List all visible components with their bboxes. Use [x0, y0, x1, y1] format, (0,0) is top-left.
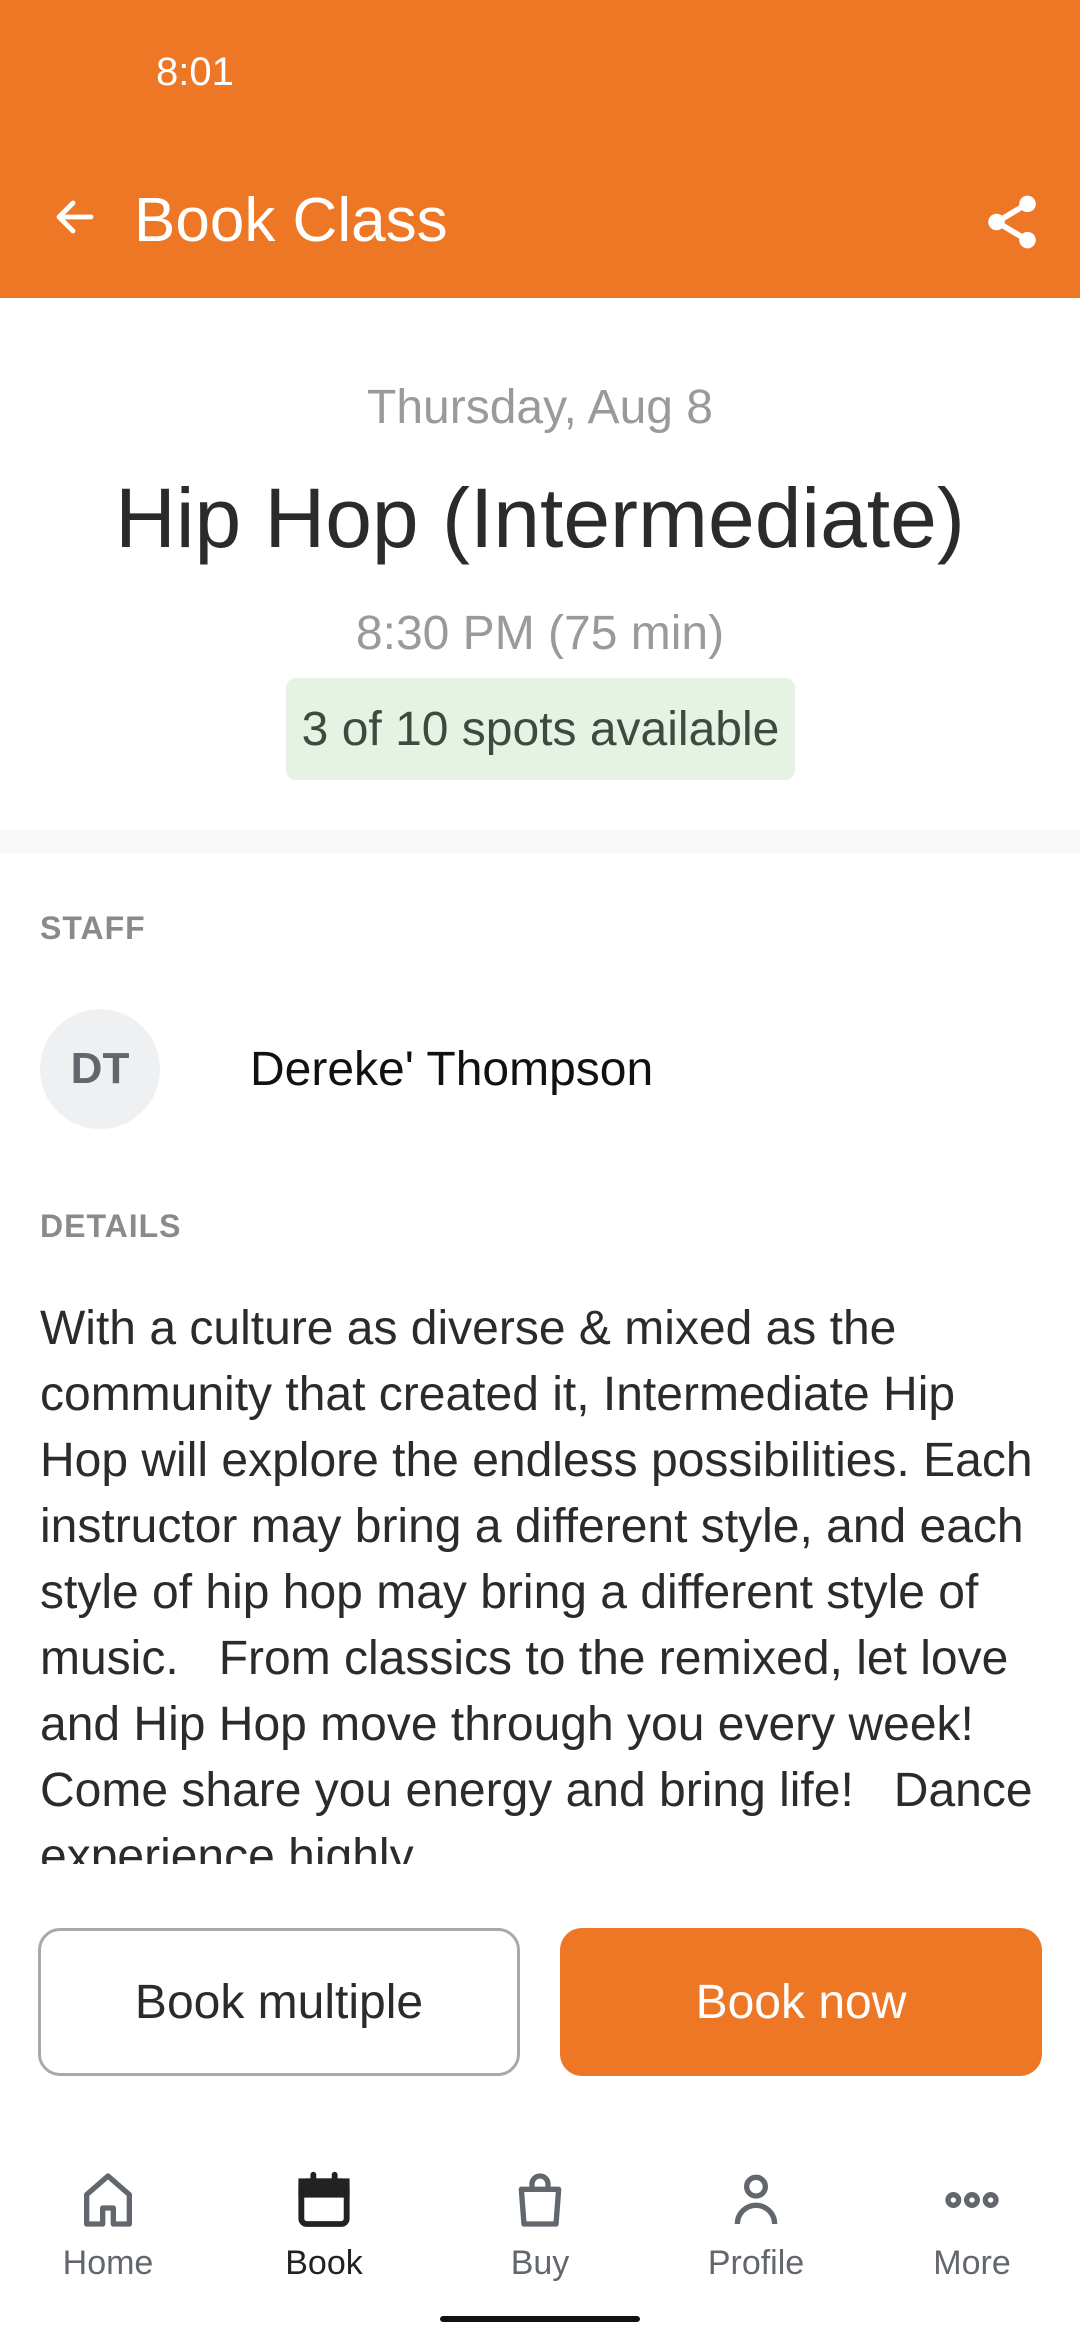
avatar: DT: [40, 1009, 160, 1129]
nav-label: Profile: [707, 2244, 805, 2282]
app-bar: 8:01 Book Class: [0, 0, 1080, 298]
shopping-bag-icon: [518, 2173, 562, 2227]
nav-label: Book: [285, 2244, 363, 2282]
arrow-left-icon: [56, 200, 94, 234]
class-description: With a culture as diverse & mixed as the…: [40, 1302, 1033, 1864]
class-date: Thursday, Aug 8: [367, 381, 713, 434]
staff-name: Dereke' Thompson: [250, 1042, 654, 1096]
home-icon: [84, 2173, 132, 2227]
calendar-icon: [298, 2171, 350, 2227]
home-indicator[interactable]: [440, 2316, 640, 2322]
share-button[interactable]: [976, 186, 1048, 258]
class-time: 8:30 PM (75 min): [355, 607, 725, 660]
book-multiple-button[interactable]: Book multiple: [38, 1928, 520, 2076]
book-now-button[interactable]: Book now: [560, 1928, 1042, 2076]
class-name: Hip Hop (Intermediate): [115, 471, 965, 565]
share-icon: [988, 195, 1036, 249]
nav-label: More: [933, 2244, 1011, 2282]
staff-row[interactable]: DT Dereke' Thompson: [40, 1008, 1040, 1130]
nav-item-more[interactable]: More: [864, 2150, 1080, 2300]
nav-label: Home: [62, 2244, 154, 2282]
section-divider: [0, 830, 1080, 854]
staff-section-label: STAFF: [40, 910, 146, 946]
status-time: 8:01: [156, 50, 234, 94]
person-icon: [734, 2174, 778, 2225]
nav-item-buy[interactable]: Buy: [432, 2150, 648, 2300]
more-horizontal-icon: [945, 2192, 999, 2208]
nav-item-home[interactable]: Home: [0, 2150, 216, 2300]
bottom-nav: Home Book Buy Profile More: [0, 2150, 1080, 2300]
page-title: Book Class: [134, 186, 448, 255]
back-button[interactable]: [44, 186, 106, 248]
details-section-label: DETAILS: [40, 1208, 182, 1244]
class-summary: Thursday, Aug 8 Hip Hop (Intermediate) 8…: [0, 298, 1080, 830]
nav-item-profile[interactable]: Profile: [648, 2150, 864, 2300]
nav-label: Buy: [510, 2244, 570, 2282]
nav-item-book[interactable]: Book: [216, 2150, 432, 2300]
spots-available-badge: 3 of 10 spots available: [286, 678, 795, 780]
